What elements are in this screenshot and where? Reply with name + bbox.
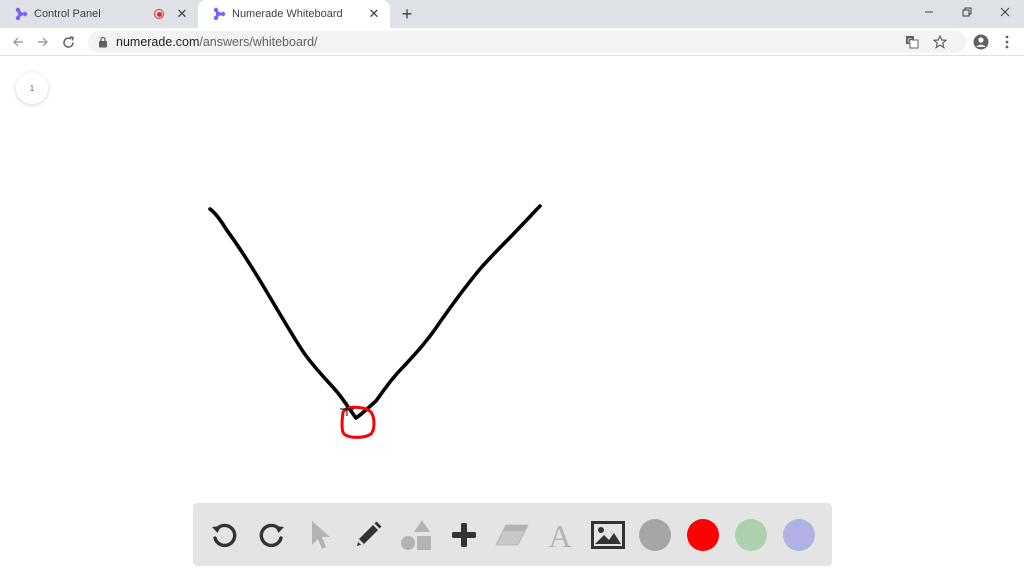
browser-toolbar: numerade.com/answers/whiteboard/ G bbox=[0, 28, 1024, 56]
tab-control-panel[interactable]: Control Panel ✕ bbox=[0, 0, 198, 28]
recording-icon bbox=[154, 9, 164, 19]
numerade-logo-icon bbox=[15, 7, 28, 21]
plus-icon bbox=[452, 522, 476, 547]
tool-palette: A bbox=[193, 503, 832, 566]
redo-icon bbox=[259, 523, 284, 547]
restore-icon[interactable] bbox=[948, 0, 986, 24]
new-tab-button[interactable]: + bbox=[398, 5, 416, 23]
color-swatch-red[interactable] bbox=[687, 518, 719, 551]
pen-tool-button[interactable] bbox=[351, 518, 385, 552]
tab-title: Numerade Whiteboard bbox=[232, 8, 343, 20]
whiteboard-canvas[interactable] bbox=[0, 57, 1024, 576]
close-tab-icon[interactable]: ✕ bbox=[174, 6, 190, 22]
text-tool-button[interactable]: A bbox=[543, 518, 577, 552]
back-icon[interactable] bbox=[8, 32, 28, 52]
window-controls bbox=[910, 0, 1024, 28]
shapes-icon bbox=[401, 519, 431, 550]
tab-title: Control Panel bbox=[34, 8, 101, 20]
pointer-icon bbox=[312, 520, 330, 549]
close-tab-icon[interactable]: ✕ bbox=[366, 6, 382, 22]
eraser-tool-button[interactable] bbox=[495, 518, 529, 552]
add-button[interactable] bbox=[447, 518, 481, 552]
text-icon: A bbox=[548, 519, 571, 551]
svg-text:G: G bbox=[908, 38, 913, 45]
url-path: /answers/whiteboard/ bbox=[199, 35, 318, 49]
page-number-badge[interactable]: 1 bbox=[16, 72, 48, 104]
shapes-tool-button[interactable] bbox=[399, 518, 433, 552]
lock-icon bbox=[99, 36, 107, 48]
select-tool-button[interactable] bbox=[303, 518, 337, 552]
page-number: 1 bbox=[29, 83, 35, 93]
undo-icon bbox=[212, 523, 237, 547]
address-bar[interactable]: numerade.com/answers/whiteboard/ G bbox=[88, 31, 966, 53]
menu-kebab-icon[interactable] bbox=[997, 32, 1017, 52]
minimize-icon[interactable] bbox=[910, 0, 948, 24]
svg-text:A: A bbox=[548, 519, 571, 551]
image-tool-button[interactable] bbox=[591, 518, 625, 552]
image-icon bbox=[591, 520, 625, 549]
undo-button[interactable] bbox=[207, 518, 241, 552]
close-window-icon[interactable] bbox=[986, 0, 1024, 24]
color-swatch-lavender[interactable] bbox=[783, 518, 815, 551]
tab-numerade-whiteboard[interactable]: Numerade Whiteboard ✕ bbox=[198, 0, 390, 28]
profile-icon[interactable] bbox=[971, 32, 991, 52]
pen-icon bbox=[357, 521, 382, 546]
bookmark-star-icon[interactable] bbox=[932, 34, 948, 50]
color-swatch-gray[interactable] bbox=[639, 518, 671, 551]
color-swatch-green[interactable] bbox=[735, 518, 767, 551]
forward-icon[interactable] bbox=[33, 32, 53, 52]
numerade-logo-icon bbox=[213, 7, 226, 21]
translate-icon[interactable]: G bbox=[904, 34, 920, 50]
eraser-icon bbox=[495, 524, 529, 545]
url-host: numerade.com bbox=[116, 35, 200, 49]
redo-button[interactable] bbox=[255, 518, 289, 552]
tab-strip: Control Panel ✕ Numerade Whiteboard ✕ + bbox=[0, 0, 1024, 28]
reload-icon[interactable] bbox=[58, 32, 78, 52]
